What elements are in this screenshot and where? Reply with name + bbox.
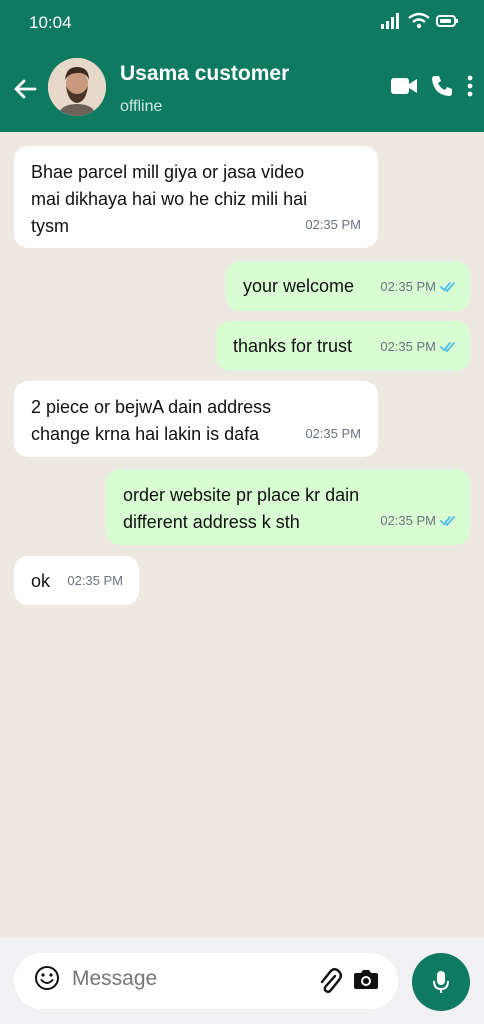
message-input[interactable] — [72, 967, 292, 991]
more-vertical-icon — [467, 75, 473, 97]
double-check-icon — [440, 281, 455, 292]
outgoing-message[interactable]: your welcome 02:35 PM — [226, 261, 470, 311]
arrow-left-icon — [14, 79, 37, 99]
microphone-icon — [433, 971, 449, 993]
video-call-button[interactable] — [390, 76, 418, 96]
incoming-message[interactable]: Bhae parcel mill giya or jasa video mai … — [14, 146, 378, 248]
message-line: your welcome — [243, 276, 355, 296]
message-line: 2 piece or bejwA dain address — [31, 397, 272, 417]
message-time: 02:35 PM — [305, 426, 361, 441]
phone-icon — [432, 76, 452, 96]
message-line: tysm — [31, 216, 69, 236]
status-bar: 10:04 — [0, 0, 484, 46]
wifi-icon — [408, 12, 430, 29]
message-input-pill — [14, 953, 398, 1009]
voice-message-button[interactable] — [412, 953, 470, 1011]
message-line: ok — [31, 571, 51, 591]
back-button[interactable] — [10, 76, 40, 102]
message-time: 02:35 PM — [305, 217, 361, 232]
voice-call-button[interactable] — [430, 74, 454, 98]
message-line: order website pr place kr dain — [123, 485, 360, 505]
status-icons — [380, 12, 458, 30]
message-time: 02:35 PM — [380, 513, 436, 528]
avatar-image — [48, 58, 106, 116]
header-actions — [390, 74, 474, 98]
message-line: different address k sth — [123, 512, 300, 532]
message-time: 02:35 PM — [380, 279, 436, 294]
outgoing-message[interactable]: thanks for trust 02:35 PM — [216, 321, 470, 371]
chat-header: 10:04 Usama customer offline — [0, 0, 484, 132]
incoming-message[interactable]: 2 piece or bejwA dain address change krn… — [14, 381, 378, 457]
contact-avatar[interactable] — [48, 58, 106, 116]
outgoing-message[interactable]: order website pr place kr dain different… — [106, 469, 470, 545]
message-time: 02:35 PM — [67, 573, 123, 588]
paperclip-icon — [320, 968, 343, 993]
double-check-icon — [440, 341, 455, 352]
message-time: 02:35 PM — [380, 339, 436, 354]
chat-messages: Bhae parcel mill giya or jasa video mai … — [0, 132, 484, 938]
message-line: change krna hai lakin is dafa — [31, 424, 260, 444]
message-line: mai dikhaya hai wo he chiz mili hai — [31, 189, 308, 209]
contact-status: offline — [120, 98, 163, 115]
smiley-icon — [35, 966, 59, 990]
attach-button[interactable] — [318, 967, 344, 995]
camera-icon — [354, 970, 378, 989]
message-line: Bhae parcel mill giya or jasa video — [31, 162, 305, 182]
more-options-button[interactable] — [466, 75, 474, 97]
status-time: 10:04 — [29, 13, 72, 32]
emoji-button[interactable] — [34, 965, 62, 993]
double-check-icon — [440, 515, 455, 526]
battery-icon — [436, 15, 458, 27]
video-camera-icon — [391, 78, 417, 94]
message-line: thanks for trust — [233, 336, 353, 356]
incoming-message[interactable]: ok 02:35 PM — [14, 556, 139, 605]
signal-icon — [381, 13, 399, 29]
contact-name[interactable]: Usama customer — [120, 62, 289, 86]
camera-button[interactable] — [353, 967, 381, 993]
